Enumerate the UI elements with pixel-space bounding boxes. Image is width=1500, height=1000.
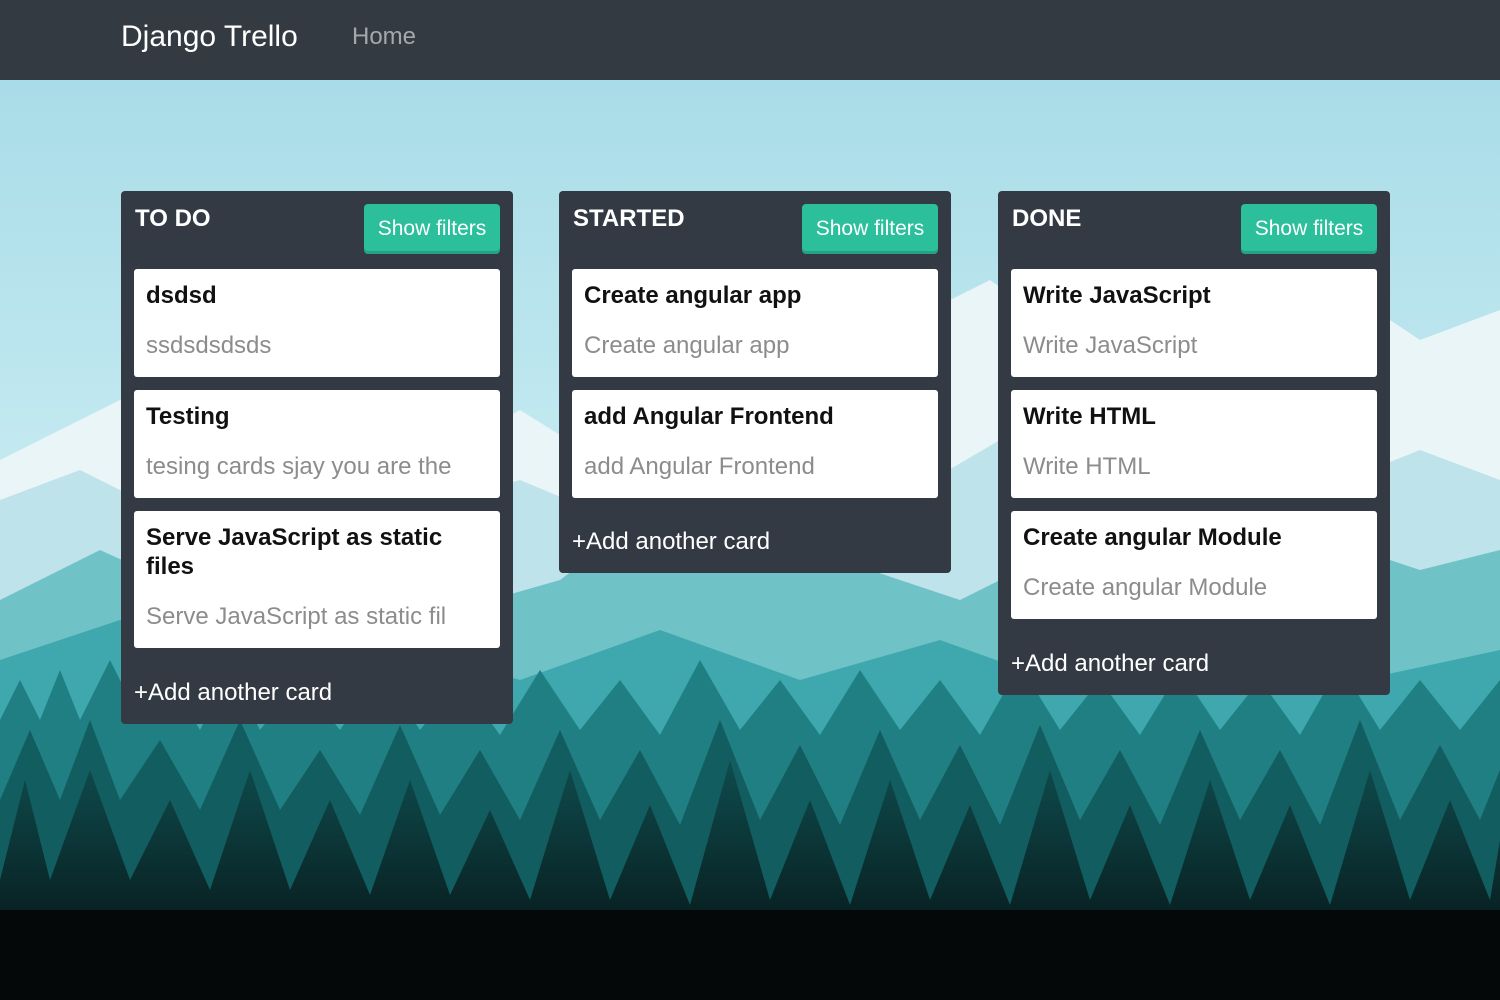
card-title: dsdsd [146,282,217,309]
card-title: Create angular Module [1023,524,1282,551]
card-title: Testing [146,403,230,430]
add-card-link[interactable]: +Add another card [1011,650,1209,678]
add-card-link[interactable]: +Add another card [134,679,332,707]
card-list: Write JavaScript Write JavaScript Write … [1011,269,1377,632]
card-title: Serve JavaScript as static files [146,524,443,580]
show-filters-button[interactable]: Show filters [364,204,500,254]
card-description: Create angular Module [1023,574,1268,601]
card[interactable]: dsdsd ssdsdsdsds [134,269,500,377]
nav-home-link[interactable]: Home [352,23,416,51]
list-title: STARTED [573,205,685,232]
show-filters-button[interactable]: Show filters [802,204,938,254]
card-description: ssdsdsdsds [146,332,272,359]
card-list: Create angular app Create angular app ad… [572,269,938,511]
card-description: add Angular Frontend [584,453,815,480]
card-title: Write HTML [1023,403,1156,430]
card[interactable]: Create angular Module Create angular Mod… [1011,511,1377,619]
card-description: Create angular app [584,332,790,359]
card-list: dsdsd ssdsdsdsds Testing tesing cards sj… [134,269,500,661]
top-navbar: Django Trello Home [0,0,1500,80]
card-title: Create angular app [584,282,802,309]
list-title: TO DO [135,205,211,232]
card-title: Write JavaScript [1023,282,1211,309]
card[interactable]: Write JavaScript Write JavaScript [1011,269,1377,377]
brand-link[interactable]: Django Trello [121,20,298,54]
card-description: Serve JavaScript as static fil [146,603,447,630]
card-description: Write JavaScript [1023,332,1198,359]
card[interactable]: Write HTML Write HTML [1011,390,1377,498]
card[interactable]: Testing tesing cards sjay you are the [134,390,500,498]
card[interactable]: Create angular app Create angular app [572,269,938,377]
list-title: DONE [1012,205,1082,232]
show-filters-button[interactable]: Show filters [1241,204,1377,254]
card[interactable]: Serve JavaScript as static files Serve J… [134,511,500,648]
add-card-link[interactable]: +Add another card [572,528,770,556]
card[interactable]: add Angular Frontend add Angular Fronten… [572,390,938,498]
card-description: Write HTML [1023,453,1151,480]
card-description: tesing cards sjay you are the [146,453,452,480]
card-title: add Angular Frontend [584,403,834,430]
list-todo: TO DO Show filters dsdsd ssdsdsdsds Test… [121,191,513,724]
list-started: STARTED Show filters Create angular app … [559,191,951,573]
list-done: DONE Show filters Write JavaScript Write… [998,191,1390,695]
